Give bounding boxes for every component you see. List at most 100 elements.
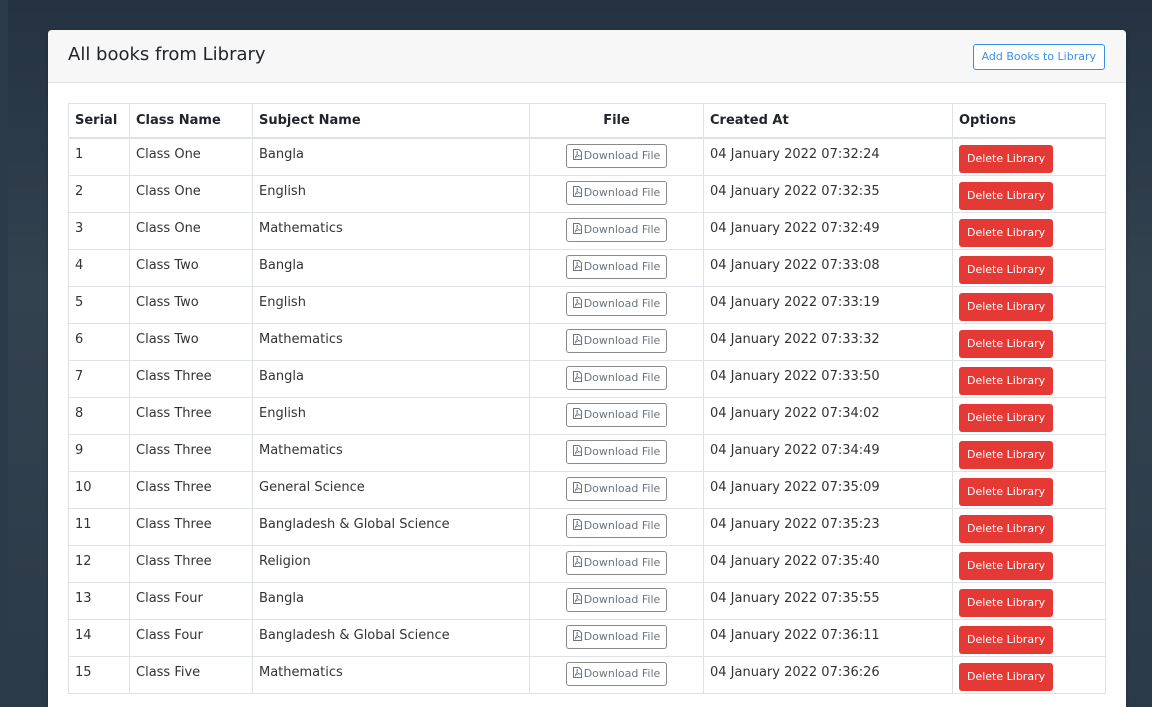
download-file-button[interactable]: Download File	[565, 476, 668, 501]
cell-class-name: Class Three	[129, 359, 253, 398]
cell-serial: 10	[68, 470, 130, 509]
cell-serial: 11	[68, 507, 130, 546]
header-class-name: Class Name	[129, 103, 253, 139]
download-file-label: Download File	[583, 333, 661, 347]
cell-class-name: Class Three	[129, 433, 253, 472]
table-row: 12 Class Three Religion Download File 04 Jan…	[68, 544, 1106, 583]
download-file-button[interactable]: Download File	[565, 513, 668, 538]
delete-library-button[interactable]: Delete Library	[959, 551, 1054, 580]
cell-serial: 7	[68, 359, 130, 398]
cell-options: Delete Library	[952, 396, 1106, 435]
cell-serial: 14	[68, 618, 130, 657]
add-books-button[interactable]: Add Books to Library	[972, 44, 1105, 70]
cell-class-name: Class Three	[129, 470, 253, 509]
cell-created-at: 04 January 2022 07:33:50	[703, 359, 953, 398]
cell-class-name: Class Four	[129, 581, 253, 620]
file-pdf-icon	[572, 331, 582, 345]
cell-serial: 12	[68, 544, 130, 583]
download-file-button[interactable]: Download File	[565, 439, 668, 464]
cell-subject-name: Religion	[252, 544, 530, 583]
download-file-button[interactable]: Download File	[565, 254, 668, 279]
header-options: Options	[952, 103, 1106, 139]
download-file-button[interactable]: Download File	[565, 550, 668, 575]
delete-library-button[interactable]: Delete Library	[959, 366, 1054, 395]
table-row: 9 Class Three Mathematics Download File 04 J…	[68, 433, 1106, 472]
table-row: 14 Class Four Bangladesh & Global Science D…	[68, 618, 1106, 657]
download-file-label: Download File	[583, 185, 661, 199]
table-row: 7 Class Three Bangla Download File 04 Januar…	[68, 359, 1106, 398]
file-pdf-icon	[572, 516, 582, 530]
delete-library-button[interactable]: Delete Library	[959, 329, 1054, 358]
delete-library-button[interactable]: Delete Library	[959, 255, 1054, 284]
cell-subject-name: English	[252, 285, 530, 324]
file-pdf-icon	[572, 479, 582, 493]
cell-subject-name: Mathematics	[252, 211, 530, 250]
table-row: 8 Class Three English Download File 04 Janua…	[68, 396, 1106, 435]
download-file-button[interactable]: Download File	[565, 328, 668, 353]
delete-library-button[interactable]: Delete Library	[959, 662, 1054, 691]
cell-class-name: Class Four	[129, 618, 253, 657]
cell-serial: 6	[68, 322, 130, 361]
cell-file: Download File	[529, 174, 704, 213]
cell-subject-name: Bangla	[252, 359, 530, 398]
delete-library-button[interactable]: Delete Library	[959, 588, 1054, 617]
download-file-label: Download File	[583, 296, 661, 310]
download-file-button[interactable]: Download File	[565, 144, 668, 168]
delete-library-button[interactable]: Delete Library	[959, 514, 1054, 543]
cell-options: Delete Library	[952, 581, 1106, 620]
cell-options: Delete Library	[952, 433, 1106, 472]
delete-library-button[interactable]: Delete Library	[959, 403, 1054, 432]
delete-library-button[interactable]: Delete Library	[959, 292, 1054, 321]
card-header: All books from Library Add Books to Libr…	[48, 30, 1126, 83]
cell-file: Download File	[529, 544, 704, 583]
download-file-label: Download File	[583, 259, 661, 273]
delete-library-button[interactable]: Delete Library	[959, 477, 1054, 506]
table-body: 1 Class One Bangla Download File 04 January …	[68, 137, 1106, 694]
download-file-label: Download File	[583, 407, 661, 421]
download-file-button[interactable]: Download File	[565, 661, 668, 686]
cell-subject-name: Mathematics	[252, 655, 530, 694]
table-row: 2 Class One English Download File 04 January…	[68, 174, 1106, 213]
download-file-button[interactable]: Download File	[565, 587, 668, 612]
cell-class-name: Class One	[129, 174, 253, 213]
header-file: File	[529, 103, 704, 139]
cell-subject-name: Bangla	[252, 581, 530, 620]
cell-subject-name: Mathematics	[252, 322, 530, 361]
page-left-edge	[0, 0, 8, 707]
cell-file: Download File	[529, 507, 704, 546]
file-pdf-icon	[572, 294, 582, 308]
cell-class-name: Class Three	[129, 507, 253, 546]
download-file-label: Download File	[583, 518, 661, 532]
cell-options: Delete Library	[952, 322, 1106, 361]
cell-file: Download File	[529, 322, 704, 361]
download-file-button[interactable]: Download File	[565, 180, 668, 205]
delete-library-button[interactable]: Delete Library	[959, 625, 1054, 654]
cell-options: Delete Library	[952, 655, 1106, 694]
file-pdf-icon	[572, 664, 582, 678]
cell-class-name: Class Three	[129, 396, 253, 435]
download-file-button[interactable]: Download File	[565, 402, 668, 427]
table-row: 15 Class Five Mathematics Download File 04 J…	[68, 655, 1106, 694]
file-pdf-icon	[572, 627, 582, 641]
download-file-label: Download File	[583, 444, 661, 458]
cell-serial: 9	[68, 433, 130, 472]
file-pdf-icon	[572, 442, 582, 456]
download-file-button[interactable]: Download File	[565, 217, 668, 242]
delete-library-button[interactable]: Delete Library	[959, 181, 1054, 210]
delete-library-button[interactable]: Delete Library	[959, 440, 1054, 469]
download-file-button[interactable]: Download File	[565, 624, 668, 649]
cell-serial: 1	[68, 137, 130, 176]
table-row: 6 Class Two Mathematics Download File 04 Jan…	[68, 322, 1106, 361]
file-pdf-icon	[572, 368, 582, 382]
cell-created-at: 04 January 2022 07:32:24	[703, 137, 953, 176]
cell-file: Download File	[529, 211, 704, 250]
table-wrapper: Serial Class Name Subject Name File Crea…	[68, 103, 1106, 694]
cell-options: Delete Library	[952, 359, 1106, 398]
header-created-at: Created At	[703, 103, 953, 139]
file-pdf-icon	[572, 220, 582, 234]
download-file-button[interactable]: Download File	[565, 291, 668, 316]
download-file-button[interactable]: Download File	[565, 365, 668, 390]
delete-library-button[interactable]: Delete Library	[959, 218, 1054, 247]
delete-library-button[interactable]: Delete Library	[959, 145, 1054, 173]
cell-class-name: Class One	[129, 137, 253, 176]
